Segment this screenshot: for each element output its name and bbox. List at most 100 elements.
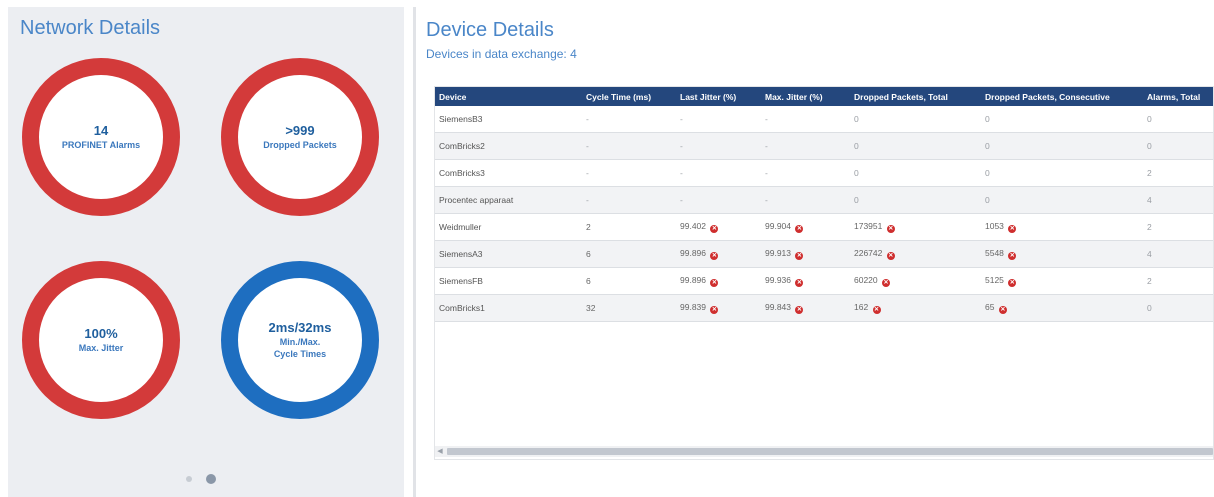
table-cell: 0 [981,186,1143,214]
table-cell: 99.913 ✕ [761,240,850,268]
table-cell: 162 ✕ [850,294,981,322]
pager-dot-1[interactable] [186,476,192,482]
cell-value: 4 [1147,195,1152,205]
table-cell: - [676,132,761,160]
cell-value: - [680,114,683,124]
cell-value: 0 [985,168,990,178]
column-header-last-jitter[interactable]: Last Jitter (%) [676,87,761,106]
table-cell: - [582,186,676,214]
error-x-icon: ✕ [886,225,895,233]
table-cell: 65 ✕ [981,294,1143,322]
column-header-max-jitter[interactable]: Max. Jitter (%) [761,87,850,106]
table-cell: 2 [1143,159,1213,187]
table-cell: 0 [981,132,1143,160]
cell-value: 5125 [985,275,1004,285]
cell-value: 173951 [854,221,883,231]
error-x-icon: ✕ [795,225,804,233]
cell-value: SiemensB3 [439,114,483,124]
table-cell: - [761,132,850,160]
table-row[interactable]: Weidmuller 2 99.402 ✕ 99.904 ✕ 173951 ✕ 1053 … [435,213,1213,241]
table-cell: - [582,159,676,187]
cell-value: Weidmuller [439,222,482,232]
error-x-icon: ✕ [882,279,891,287]
cell-value: 0 [854,141,859,151]
table-cell: - [676,159,761,187]
table-cell: 32 [582,294,676,322]
table-cell: - [761,159,850,187]
column-header-dropped-consecutive[interactable]: Dropped Packets, Consecutive [981,87,1143,106]
table-cell: 60220 ✕ [850,267,981,295]
table-cell: 1053 ✕ [981,213,1143,241]
cell-value: - [680,168,683,178]
table-row[interactable]: SiemensA3 6 99.896 ✕ 99.913 ✕ 226742 ✕ 5548 ✕… [435,240,1213,268]
table-row[interactable]: SiemensFB 6 99.896 ✕ 99.936 ✕ 60220 ✕ 5125 ✕ 2 [435,267,1213,295]
error-x-icon: ✕ [998,306,1007,314]
table-row[interactable]: ComBricks3 - - - 0 0 2 [435,159,1213,187]
panel-divider [413,7,416,497]
table-cell: Weidmuller [435,213,582,241]
table-cell: - [761,106,850,133]
cell-value: 0 [854,114,859,124]
table-row[interactable]: ComBricks2 - - - 0 0 0 [435,132,1213,160]
table-cell: 5125 ✕ [981,267,1143,295]
cell-value: 6 [586,276,591,286]
devices-in-exchange-count: Devices in data exchange: 4 [426,47,577,61]
scroll-left-icon[interactable]: ◀ [435,446,445,457]
cell-value: 99.904 [765,221,791,231]
error-x-icon: ✕ [1008,225,1017,233]
column-header-dropped-total[interactable]: Dropped Packets, Total [850,87,981,106]
table-cell: 2 [582,213,676,241]
cycle-times-gauge: 2ms/32ms Min./Max. Cycle Times [221,261,379,419]
table-cell: Procentec apparaat [435,186,582,214]
table-cell: 4 [1143,186,1213,214]
network-details-title: Network Details [20,17,161,39]
cell-value: 2 [1147,168,1152,178]
horizontal-scrollbar[interactable]: ◀ [435,446,1213,457]
table-cell: 99.402 ✕ [676,213,761,241]
table-cell: 99.896 ✕ [676,267,761,295]
column-header-device[interactable]: Device [435,87,582,106]
device-table-body: SiemensB3- - -0 0 0 ComBricks2- - -0 0 0 ComBricks… [435,106,1213,322]
cell-value: 2 [1147,276,1152,286]
table-cell: 0 [850,159,981,187]
cell-value: 99.843 [765,302,791,312]
column-header-cycle-time[interactable]: Cycle Time (ms) [582,87,676,106]
table-cell: 2 [1143,267,1213,295]
cell-value: - [680,141,683,151]
cell-value: ComBricks3 [439,168,485,178]
table-cell: 0 [850,132,981,160]
device-table: Device Cycle Time (ms) Last Jitter (%) M… [435,87,1213,322]
cell-value: 1053 [985,221,1004,231]
cell-value: 226742 [854,248,883,258]
table-row[interactable]: ComBricks1 32 99.839 ✕ 99.843 ✕ 162 ✕ 65 ✕ 0 [435,294,1213,322]
table-cell: ComBricks1 [435,294,582,322]
table-cell: 0 [850,106,981,133]
device-table-container: Device Cycle Time (ms) Last Jitter (%) M… [434,86,1214,460]
table-row[interactable]: SiemensB3 - - - 0 0 0 [435,106,1213,133]
table-cell: 4 [1143,240,1213,268]
gauge-value: 100% [84,326,118,341]
cell-value: SiemensA3 [439,249,483,259]
table-row[interactable]: Procentec apparaat - - - 0 0 4 [435,186,1213,214]
cell-value: 65 [985,302,995,312]
cell-value: SiemensFB [439,276,483,286]
cell-value: 99.896 [680,275,706,285]
column-header-alarms-total[interactable]: Alarms, Total [1143,87,1213,106]
cell-value: 2 [586,222,591,232]
gauge-label: Max. Jitter [78,343,124,353]
table-cell: 0 [850,186,981,214]
table-cell: 6 [582,267,676,295]
scrollbar-thumb[interactable] [447,448,1213,455]
max-jitter-gauge: 100% Max. Jitter [22,261,180,419]
pager-dot-2[interactable] [206,474,216,484]
cell-value: 99.896 [680,248,706,258]
cell-value: 0 [1147,303,1152,313]
table-cell: - [676,106,761,133]
cell-value: 2 [1147,222,1152,232]
table-cell: 0 [981,159,1143,187]
cell-value: 99.936 [765,275,791,285]
error-x-icon: ✕ [886,252,895,260]
table-cell: - [582,106,676,133]
cell-value: 0 [854,168,859,178]
table-cell: ComBricks2 [435,132,582,160]
